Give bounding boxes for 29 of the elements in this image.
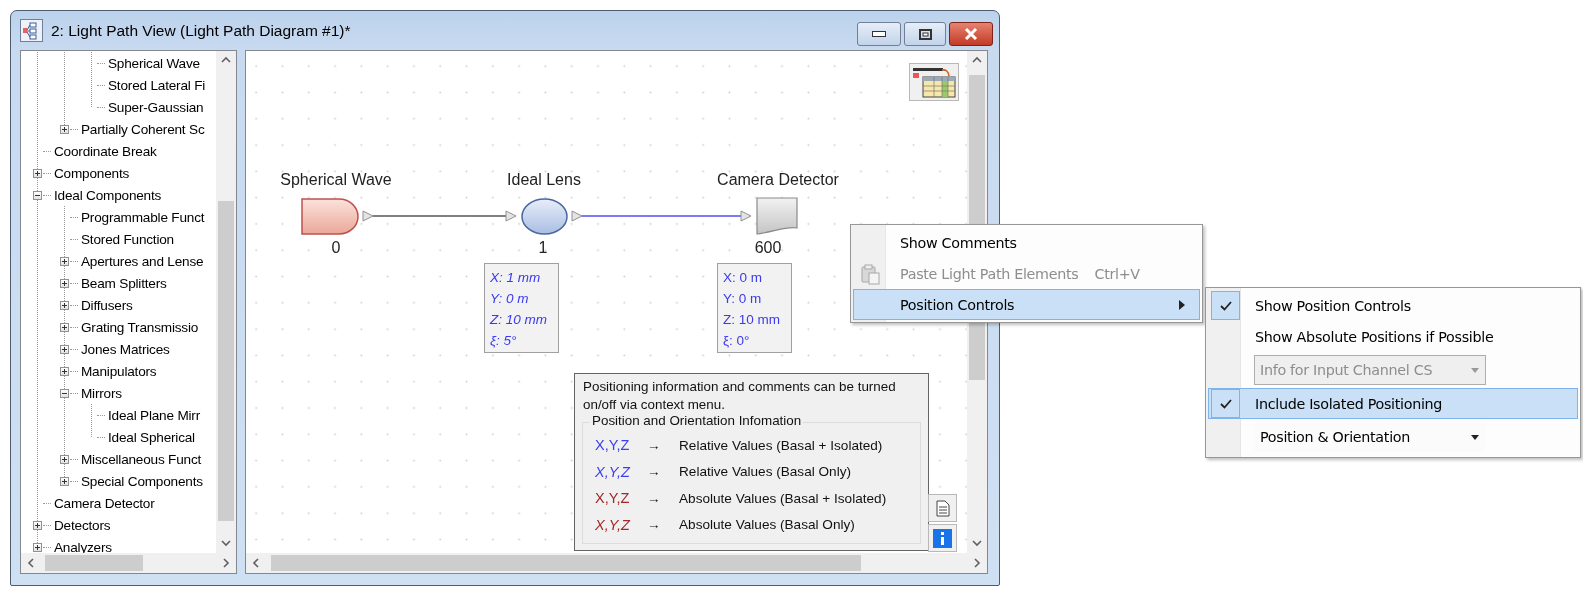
node-label: Ideal Lens	[507, 171, 581, 189]
node-label: Spherical Wave	[280, 171, 392, 189]
arrow-symbol: →	[647, 437, 662, 453]
axis-symbol: X,Y,Z	[595, 437, 631, 454]
position-info-line: Y: 0 m	[490, 290, 530, 308]
position-info-line: Z: 10 mm	[490, 311, 548, 329]
axis-symbol: X,Y,Z	[595, 463, 632, 480]
legend-text: Relative Values (Basal Only)	[679, 464, 851, 480]
window-title: 2: Light Path View (Light Path Diagram #1)*	[51, 21, 352, 40]
position-info-line: Y: 0 m	[723, 290, 763, 308]
position-info-line: ξ: 0°	[723, 332, 751, 350]
arrow-symbol: →	[647, 464, 662, 480]
arrow-symbol: →	[647, 490, 662, 506]
node-label: Camera Detector	[717, 171, 839, 189]
legend-group-title: Position and Orientation Infomation	[590, 413, 804, 428]
node-index: 0	[331, 239, 341, 257]
arrow-symbol: →	[647, 517, 662, 533]
axis-symbol: X,Y,Z	[595, 490, 631, 507]
position-info-line: X: 0 m	[723, 269, 763, 287]
legend-text: Absolute Values (Basal + Isolated)	[679, 490, 887, 506]
axis-symbol: X,Y,Z	[595, 516, 632, 533]
position-info-line: Z: 10 mm	[723, 311, 781, 329]
node-index: 1	[538, 239, 548, 257]
legend-text: Relative Values (Basal + Isolated)	[679, 437, 883, 453]
position-info-line: X: 1 mm	[490, 269, 542, 287]
position-info-line: ξ: 5°	[490, 332, 518, 350]
legend-text: Absolute Values (Basal Only)	[679, 517, 855, 533]
legend-note: Positioning information and comments can be turned on/off via context menu.	[583, 378, 897, 414]
node-index: 600	[754, 239, 782, 257]
